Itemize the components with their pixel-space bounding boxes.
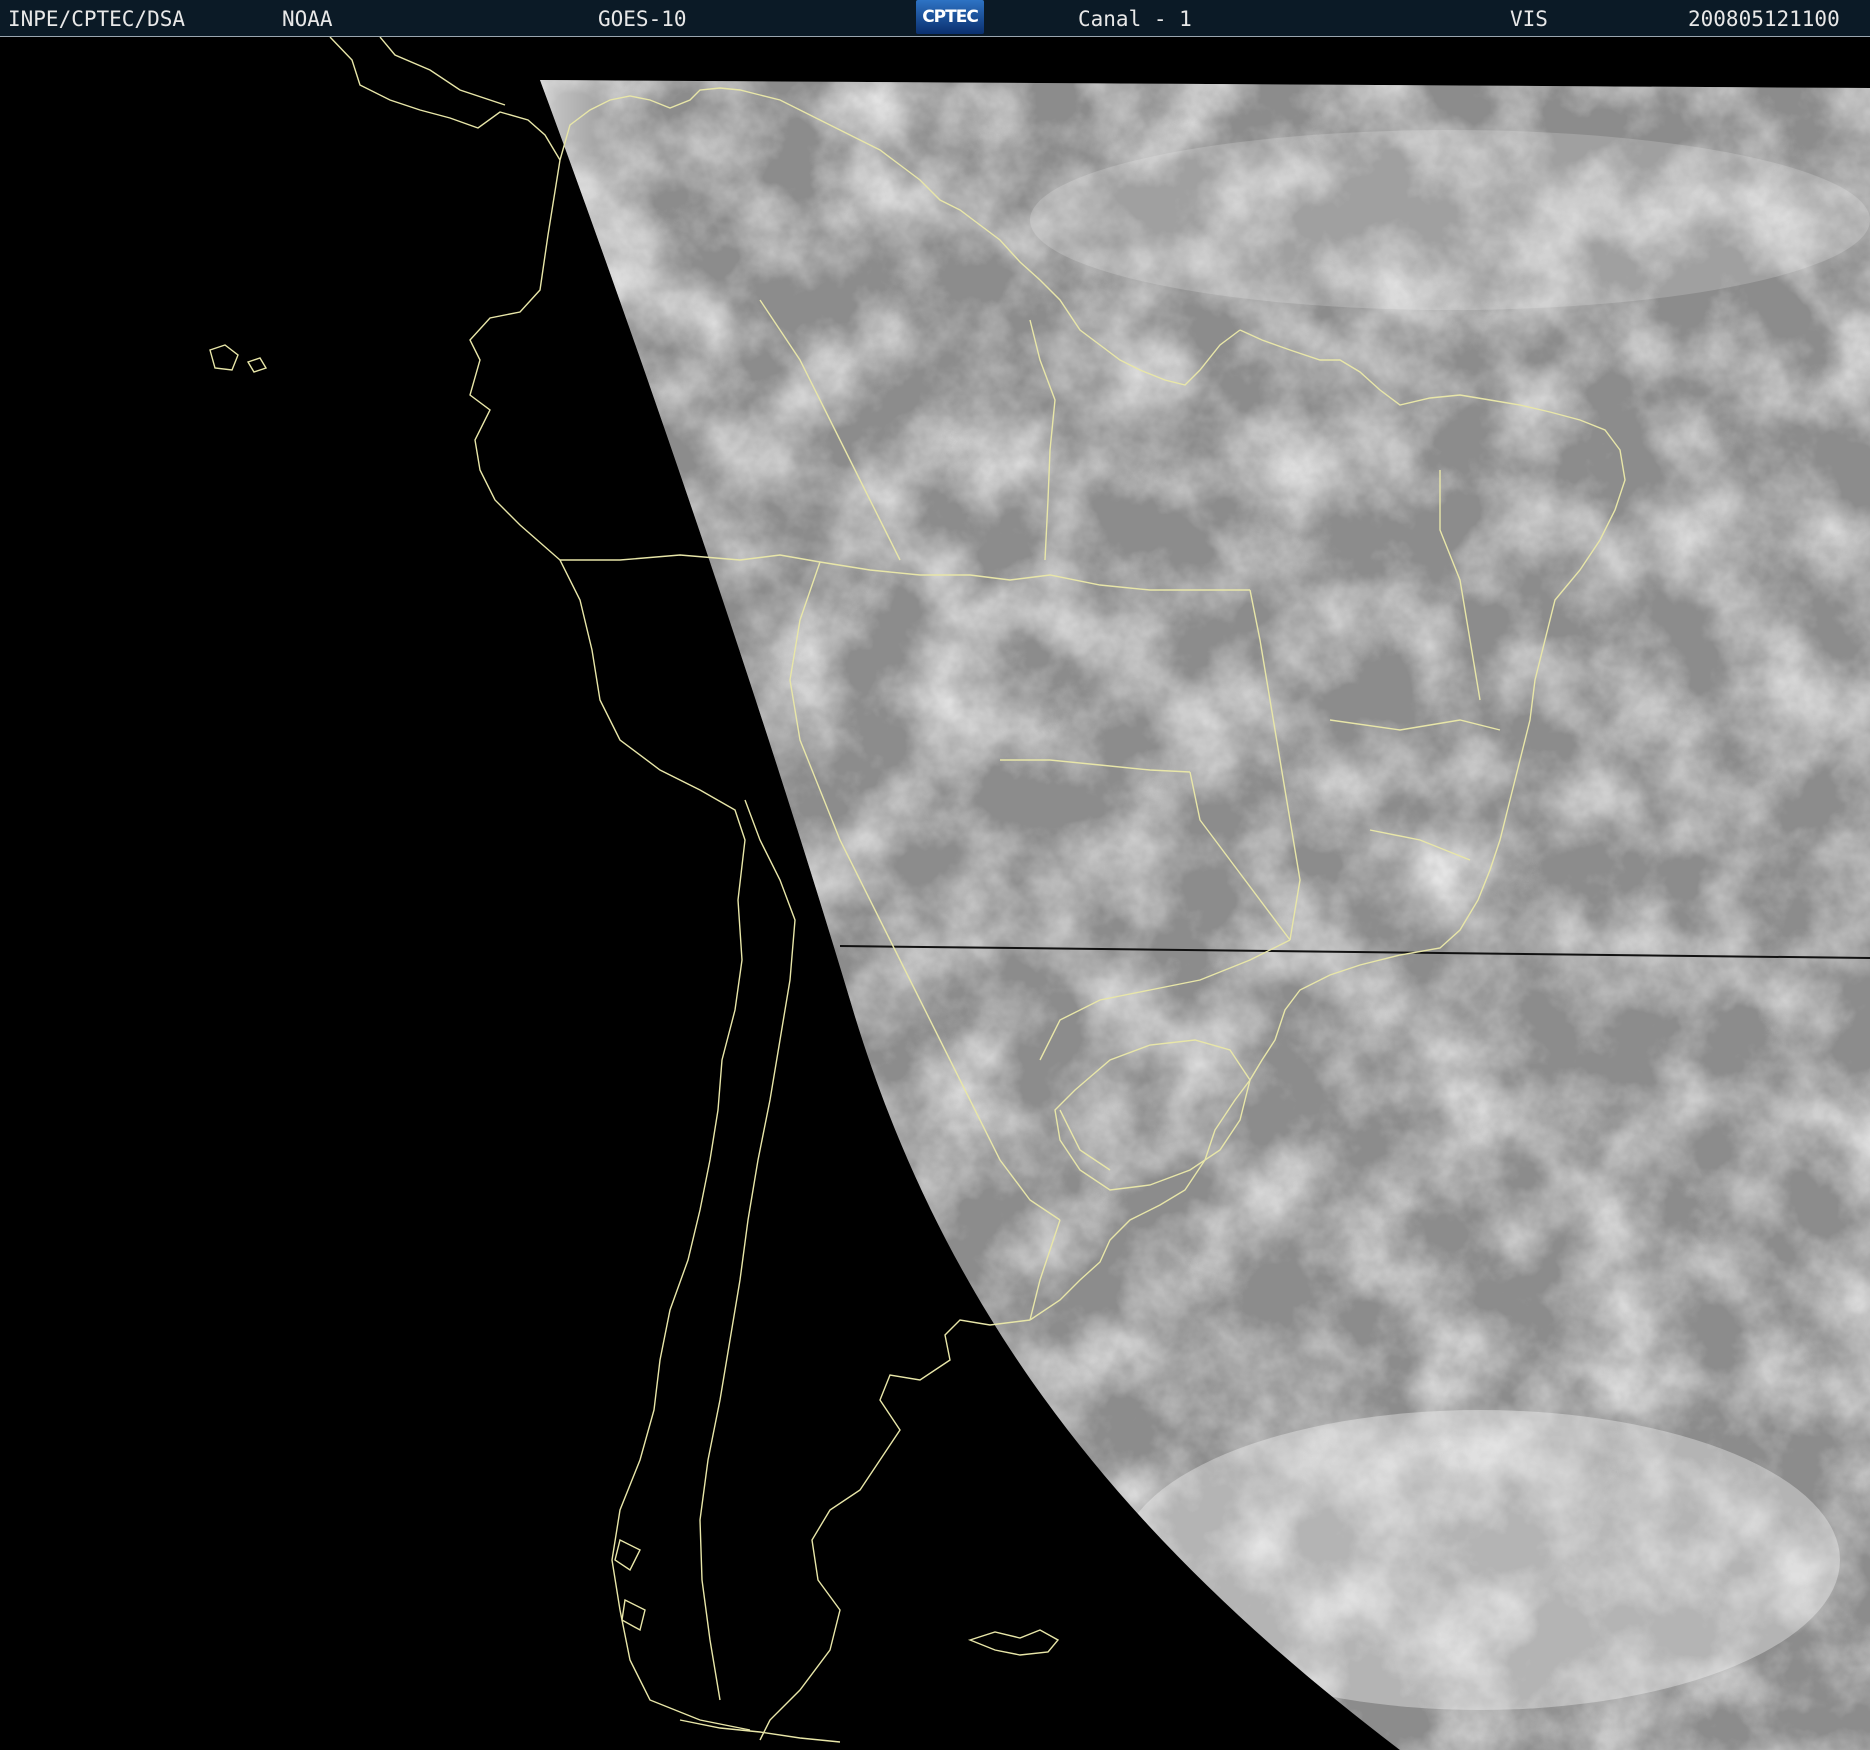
satellite-image: [0, 37, 1870, 1750]
datetime-label: 200805121100: [1688, 7, 1840, 31]
satellite-label: GOES-10: [598, 7, 687, 31]
image-header-bar: INPE/CPTEC/DSA NOAA GOES-10 CPTEC Canal …: [0, 0, 1870, 37]
cptec-logo: CPTEC: [916, 0, 984, 34]
band-label: VIS: [1510, 7, 1548, 31]
source-label: NOAA: [282, 7, 333, 31]
channel-label: Canal - 1: [1078, 7, 1192, 31]
agency-label: INPE/CPTEC/DSA: [8, 7, 186, 31]
